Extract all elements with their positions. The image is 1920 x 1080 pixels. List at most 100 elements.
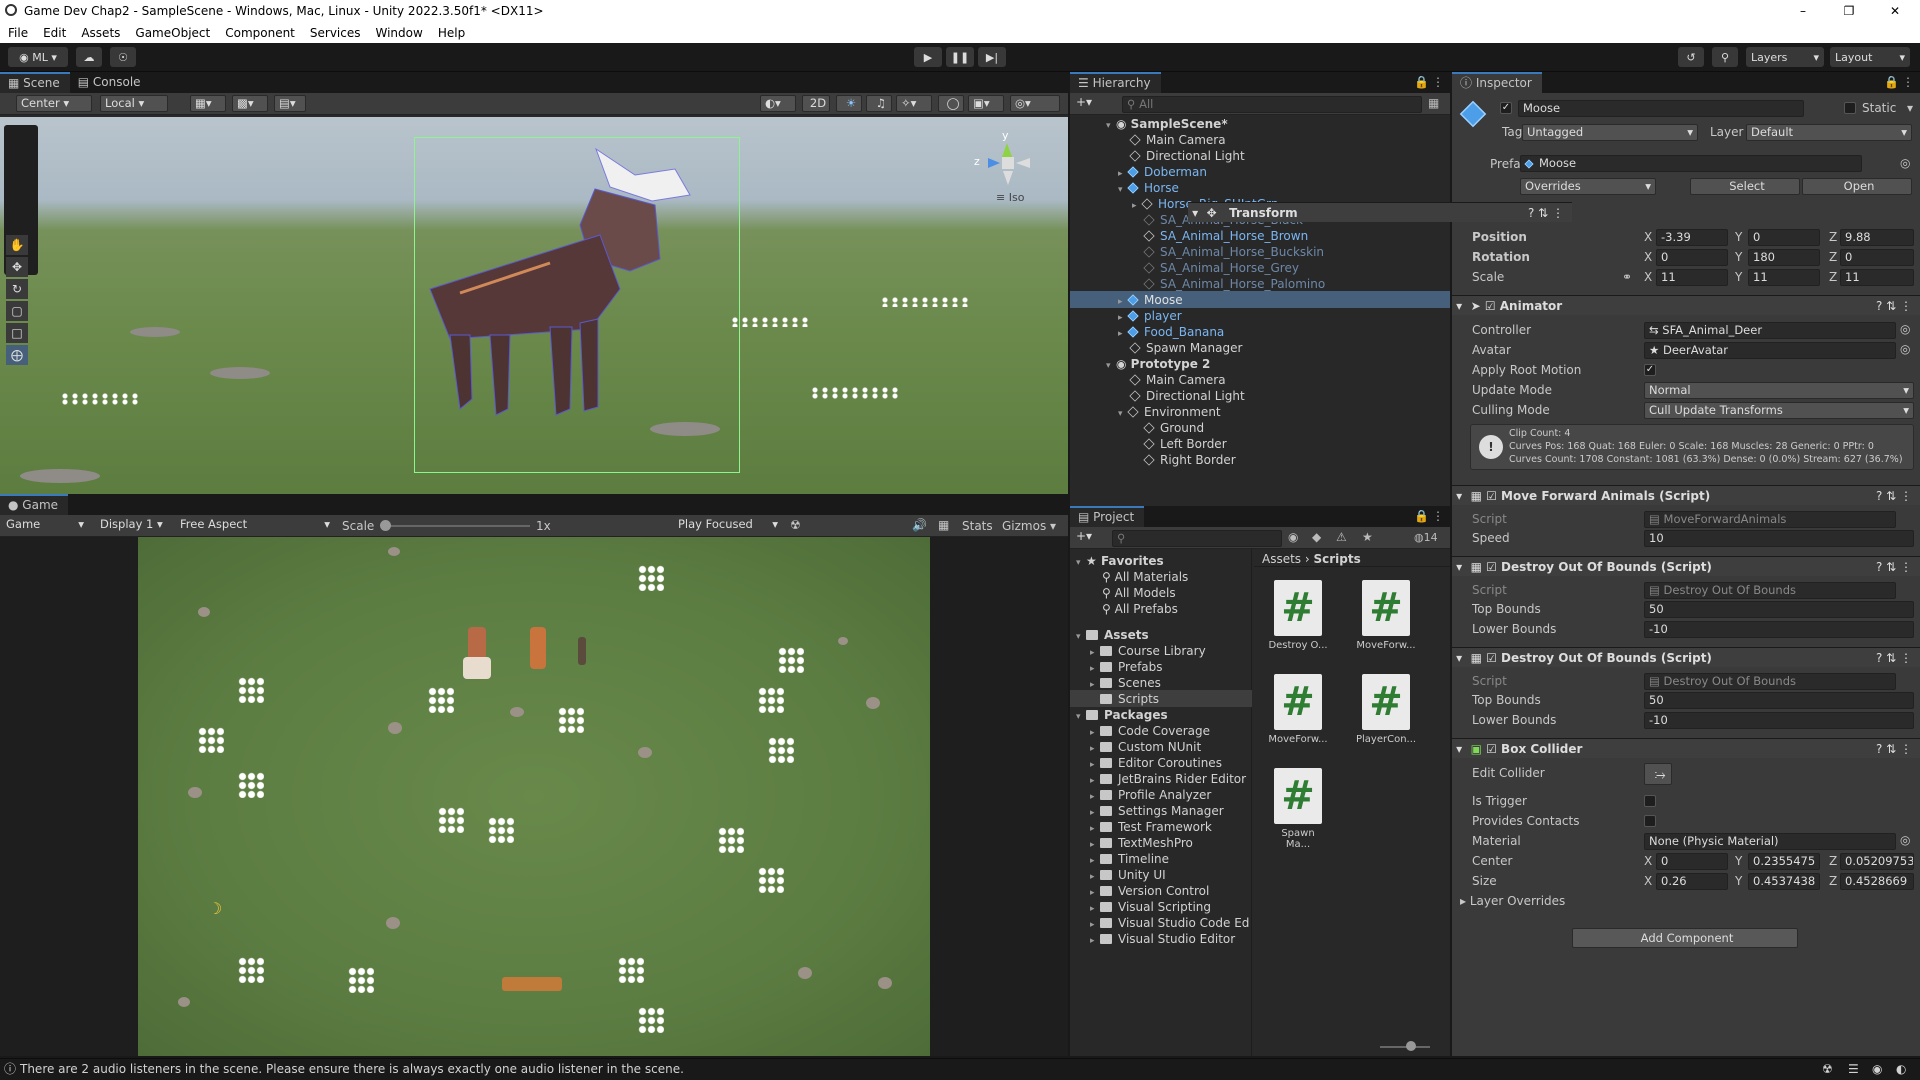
tree-scene-prototype[interactable]: ▾ ◉ Prototype 2 (1106, 356, 1210, 372)
tree-item[interactable]: ▸ Timeline (1090, 851, 1169, 867)
tab-inspector[interactable]: ⓘ Inspector (1452, 72, 1542, 93)
animal-doberman[interactable] (530, 627, 546, 669)
collab-icon[interactable]: ☉ (110, 47, 136, 67)
component-menu-icon[interactable]: ? ⇅ ⋮ (1876, 648, 1912, 668)
culling-mode-dropdown[interactable]: Cull Update Transforms ▾ (1644, 402, 1914, 419)
iso-label[interactable]: ≡ Iso (996, 191, 1024, 204)
pivot-dropdown[interactable]: Center ▾ (16, 95, 92, 112)
more-icon[interactable]: ⋮ (1432, 509, 1444, 523)
rotation-z-field[interactable]: 0 (1840, 249, 1914, 266)
controller-field[interactable]: ⇆ SFA_Animal_Deer (1644, 322, 1896, 339)
tree-item[interactable]: SA_Animal_Horse_Brown (1143, 228, 1308, 244)
add-component-button[interactable]: Add Component (1572, 928, 1798, 948)
tree-assets[interactable]: ▾ Assets (1076, 627, 1149, 643)
minimize-icon[interactable]: – (1780, 0, 1826, 22)
size-z-field[interactable]: 0.4528669 (1840, 873, 1914, 890)
center-y-field[interactable]: 0.2355475 (1748, 853, 1820, 870)
move-forward-header[interactable]: ▾ ▦ ☑ Move Forward Animals (Script)? ⇅ ⋮ (1452, 485, 1920, 505)
lighting-icon[interactable]: ☀ (836, 95, 862, 112)
tree-scene-samplescene[interactable]: ▾ ◉ SampleScene* (1106, 116, 1228, 132)
scale-slider-track[interactable] (384, 525, 530, 527)
breadcrumb-scripts[interactable]: Scripts (1314, 552, 1361, 566)
tree-item[interactable]: ▸Visual Studio Code Edito (1090, 915, 1250, 931)
top-bounds-field[interactable]: 50 (1644, 601, 1914, 618)
icon-size-thumb[interactable] (1406, 1041, 1416, 1051)
tree-item[interactable]: ⚲ All Models (1102, 585, 1176, 601)
overrides-dropdown[interactable]: Overrides ▾ (1520, 178, 1656, 195)
static-checkbox[interactable] (1844, 102, 1856, 114)
object-name-field[interactable]: Moose (1518, 100, 1804, 117)
game-viewport[interactable]: ☽ (138, 537, 930, 1056)
edit-collider-button[interactable]: ⧴ (1644, 763, 1672, 785)
rect-tool-icon[interactable]: □ (6, 323, 28, 343)
tree-item[interactable]: Directional Light (1129, 388, 1245, 404)
scene-viewport[interactable]: ✋ ✥ ↻ ▢ □ ⨁ y z ≡ Iso (0, 117, 1068, 494)
position-y-field[interactable]: 0 (1748, 229, 1820, 246)
tree-item-doberman[interactable]: ▸ Doberman (1118, 164, 1207, 180)
project-search-input[interactable]: ⚲ (1112, 530, 1282, 547)
alert-icon[interactable]: ⚠ (1336, 530, 1347, 544)
add-icon[interactable]: +▾ (1076, 95, 1092, 109)
tree-item[interactable]: ▸ Settings Manager (1090, 803, 1224, 819)
menu-window[interactable]: Window (368, 26, 430, 40)
menu-file[interactable]: File (0, 26, 35, 40)
grid-snap-icon[interactable]: ▦▾ (190, 95, 226, 112)
tree-item[interactable]: Left Border (1143, 436, 1227, 452)
script-asset[interactable]: # MoveForw... (1356, 580, 1416, 651)
camera-icon[interactable]: ▣▾ (968, 95, 1004, 112)
visibility-icon[interactable]: ◯ (938, 95, 964, 112)
target-icon[interactable]: ◎ (1900, 156, 1910, 170)
tree-item[interactable]: ▸ Profile Analyzer (1090, 787, 1211, 803)
breadcrumb-assets[interactable]: Assets (1262, 552, 1301, 566)
destroy1-header[interactable]: ▾ ▦ ☑ Destroy Out Of Bounds (Script)? ⇅ … (1452, 556, 1920, 576)
tree-item[interactable]: ▸ Visual Studio Editor (1090, 931, 1235, 947)
enabled-checkbox[interactable]: ☑ (1485, 299, 1496, 313)
undo-history-icon[interactable]: ↺ (1678, 47, 1704, 67)
tree-item-scripts[interactable]: Scripts (1090, 691, 1159, 707)
scale-z-field[interactable]: 11 (1840, 269, 1914, 286)
lock-icon[interactable]: 🔒 (1884, 75, 1899, 89)
icon-size-slider[interactable] (1380, 1046, 1430, 1048)
script-asset[interactable]: # Spawn Ma... (1268, 768, 1328, 850)
step-button[interactable]: ▶| (978, 47, 1006, 67)
background-tasks-icon[interactable]: ◉ (1872, 1059, 1882, 1080)
scale-x-field[interactable]: 11 (1656, 269, 1728, 286)
tree-item[interactable]: ▸ TextMeshPro (1090, 835, 1193, 851)
tag-dropdown[interactable]: Untagged ▾ (1522, 124, 1698, 141)
prefab-field[interactable]: Moose (1520, 155, 1862, 172)
status-message[interactable]: There are 2 audio listeners in the scene… (20, 1059, 684, 1080)
script-asset[interactable]: # MoveForw... (1268, 674, 1328, 745)
orientation-gizmo[interactable]: y z ≡ Iso (972, 127, 1044, 207)
moose-model[interactable] (420, 139, 740, 469)
static-dropdown-icon[interactable]: ▾ (1907, 101, 1913, 115)
bug-icon[interactable]: ☢ (1822, 1059, 1833, 1080)
select-button[interactable]: Select (1690, 178, 1800, 195)
tab-scene[interactable]: ▦ Scene (0, 72, 70, 93)
tree-item-horse[interactable]: ▾ Horse (1118, 180, 1179, 196)
display-dropdown[interactable]: Display 1 ▾ (96, 517, 174, 534)
tree-item[interactable]: SA_Animal_Horse_Grey (1143, 260, 1299, 276)
rotation-x-field[interactable]: 0 (1656, 249, 1728, 266)
root-motion-checkbox[interactable]: ✓ (1644, 364, 1656, 376)
update-mode-dropdown[interactable]: Normal ▾ (1644, 382, 1914, 399)
tree-item[interactable]: ▸ Test Framework (1090, 819, 1212, 835)
active-checkbox[interactable]: ✓ (1500, 102, 1512, 114)
target-icon[interactable]: ◎ (1900, 322, 1910, 336)
favorite-icon[interactable]: ★ (1362, 530, 1373, 544)
tab-console[interactable]: ▤ Console (70, 72, 151, 93)
scale-tool-icon[interactable]: ▢ (6, 301, 28, 321)
scale-slider-thumb[interactable] (380, 520, 391, 531)
menu-assets[interactable]: Assets (73, 26, 127, 40)
tree-item[interactable]: ▸ Visual Scripting (1090, 899, 1211, 915)
tree-item[interactable]: ▸ Version Control (1090, 883, 1209, 899)
transform-tool-icon[interactable]: ⨁ (6, 345, 28, 365)
component-menu-icon[interactable]: ? ⇅ ⋮ (1876, 486, 1912, 506)
position-x-field[interactable]: -3.39 (1656, 229, 1728, 246)
menu-services[interactable]: Services (302, 26, 368, 40)
tree-item[interactable]: ▸ Prefabs (1090, 659, 1163, 675)
gizmos-icon[interactable]: ◎▾ (1010, 95, 1060, 112)
component-menu-icon[interactable]: ? ⇅ ⋮ (1876, 557, 1912, 577)
shading-mode-icon[interactable]: ◐▾ (760, 95, 796, 112)
tree-item[interactable]: Ground (1143, 420, 1204, 436)
grid-icon[interactable]: ▩▾ (232, 95, 268, 112)
